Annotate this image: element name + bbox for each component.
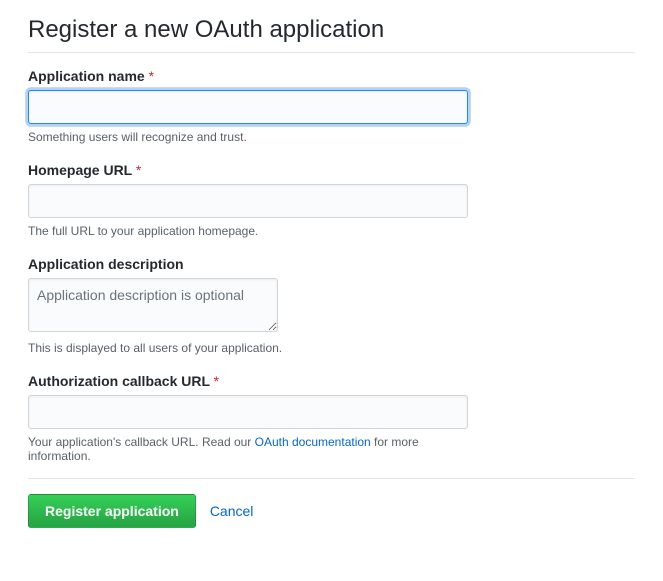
required-asterisk: * (149, 68, 154, 84)
cancel-button[interactable]: Cancel (210, 503, 254, 519)
callback-url-note: Your application's callback URL. Read ou… (28, 435, 468, 463)
note-prefix: Your application's callback URL. Read ou… (28, 435, 255, 449)
application-description-note: This is displayed to all users of your a… (28, 341, 635, 358)
form-actions: Register application Cancel (28, 494, 635, 528)
callback-url-input[interactable] (28, 395, 468, 429)
form-divider (28, 478, 635, 479)
label-text: Authorization callback URL (28, 373, 210, 389)
page-title: Register a new OAuth application (28, 16, 635, 53)
homepage-url-label: Homepage URL * (28, 162, 468, 178)
homepage-url-note: The full URL to your application homepag… (28, 224, 468, 241)
field-homepage-url: Homepage URL * The full URL to your appl… (28, 162, 468, 241)
register-application-button[interactable]: Register application (28, 494, 196, 528)
required-asterisk: * (136, 162, 141, 178)
callback-url-label: Authorization callback URL * (28, 373, 468, 389)
application-description-input[interactable] (28, 278, 278, 332)
field-callback-url: Authorization callback URL * Your applic… (28, 373, 468, 463)
application-name-note: Something users will recognize and trust… (28, 130, 468, 147)
field-application-description: Application description This is displaye… (28, 256, 635, 358)
application-name-label: Application name * (28, 68, 468, 84)
application-name-input[interactable] (28, 90, 468, 124)
label-text: Application name (28, 68, 145, 84)
label-text: Homepage URL (28, 162, 132, 178)
application-description-label: Application description (28, 256, 635, 272)
label-text: Application description (28, 256, 184, 272)
field-application-name: Application name * Something users will … (28, 68, 468, 147)
oauth-documentation-link[interactable]: OAuth documentation (255, 435, 371, 449)
homepage-url-input[interactable] (28, 184, 468, 218)
required-asterisk: * (214, 373, 219, 389)
